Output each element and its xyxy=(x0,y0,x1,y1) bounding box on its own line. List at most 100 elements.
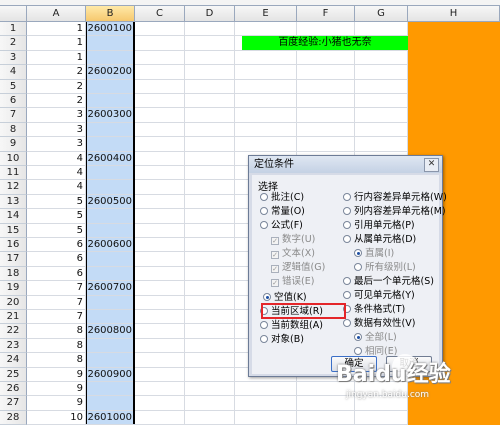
cell-b[interactable]: 2600100 xyxy=(86,22,135,37)
option-rightopts-3[interactable]: 从属单元格(D) xyxy=(343,234,416,246)
cell-c[interactable] xyxy=(135,79,185,94)
cell-b[interactable] xyxy=(86,252,135,267)
cell-c[interactable] xyxy=(135,209,185,224)
row-header[interactable]: 23 xyxy=(0,338,27,354)
cell-d[interactable] xyxy=(185,108,235,123)
row-header[interactable]: 11 xyxy=(0,166,27,181)
cell-h[interactable] xyxy=(408,410,500,425)
row-header[interactable]: 6 xyxy=(0,94,27,109)
cell-h[interactable] xyxy=(408,22,500,37)
name-box[interactable]: B1 xyxy=(30,0,42,3)
column-header-g[interactable]: G xyxy=(355,6,408,22)
row-header[interactable]: 1 xyxy=(0,22,27,37)
cell-a[interactable]: 10 xyxy=(27,410,86,425)
cell-d[interactable] xyxy=(185,180,235,195)
cell-d[interactable] xyxy=(185,252,235,267)
option-rightopts-0[interactable]: 行内容差异单元格(W) xyxy=(343,192,447,204)
cell-h[interactable] xyxy=(408,50,500,66)
column-header-e[interactable]: E xyxy=(235,6,297,22)
cell-c[interactable] xyxy=(135,295,185,310)
cell-c[interactable] xyxy=(135,22,185,37)
cell-b[interactable] xyxy=(86,180,135,195)
cell-c[interactable] xyxy=(135,266,185,282)
cell-a[interactable]: 3 xyxy=(27,137,86,152)
cell-d[interactable] xyxy=(185,382,235,397)
cell-b[interactable]: 2600300 xyxy=(86,108,135,123)
cell-d[interactable] xyxy=(185,36,235,51)
cell-a[interactable]: 4 xyxy=(27,151,86,166)
cell-b[interactable] xyxy=(86,79,135,94)
row-header[interactable]: 4 xyxy=(0,65,27,80)
cell-d[interactable] xyxy=(185,79,235,94)
cell-b[interactable] xyxy=(86,166,135,181)
cell-c[interactable] xyxy=(135,410,185,425)
cell-a[interactable]: 8 xyxy=(27,353,86,368)
cell-d[interactable] xyxy=(185,137,235,152)
cell-c[interactable] xyxy=(135,50,185,66)
row-header[interactable]: 19 xyxy=(0,281,27,296)
cell-c[interactable] xyxy=(135,396,185,411)
cell-b[interactable]: 2600900 xyxy=(86,367,135,382)
cell-e[interactable] xyxy=(235,22,297,37)
cell-c[interactable] xyxy=(135,338,185,354)
row-header[interactable]: 10 xyxy=(0,151,27,166)
cell-b[interactable] xyxy=(86,137,135,152)
option-rightopts-9[interactable]: 数据有效性(V) xyxy=(343,318,415,330)
cell-c[interactable] xyxy=(135,151,185,166)
cell-d[interactable] xyxy=(185,281,235,296)
cell-a[interactable]: 8 xyxy=(27,338,86,354)
cell-c[interactable] xyxy=(135,108,185,123)
option-leftopts-0[interactable]: 批注(C) xyxy=(260,192,304,204)
row-header[interactable]: 28 xyxy=(0,410,27,425)
option-leftopts-1[interactable]: 常量(O) xyxy=(260,206,305,218)
cell-a[interactable]: 6 xyxy=(27,238,86,253)
cell-c[interactable] xyxy=(135,353,185,368)
cell-g[interactable] xyxy=(355,79,408,94)
cell-b[interactable] xyxy=(86,50,135,66)
cell-d[interactable] xyxy=(185,238,235,253)
column-header-f[interactable]: F xyxy=(297,6,355,22)
cell-c[interactable] xyxy=(135,180,185,195)
cell-g[interactable] xyxy=(355,108,408,123)
cell-f[interactable] xyxy=(297,50,355,66)
cell-b[interactable]: 2600700 xyxy=(86,281,135,296)
cell-b[interactable] xyxy=(86,266,135,282)
option-rightopts-1[interactable]: 列内容差异单元格(M) xyxy=(343,206,446,218)
cell-e[interactable] xyxy=(235,79,297,94)
row-header[interactable]: 26 xyxy=(0,382,27,397)
column-header-b[interactable]: B xyxy=(86,6,135,22)
cell-e[interactable] xyxy=(235,94,297,109)
cell-f[interactable] xyxy=(297,137,355,152)
cell-b[interactable]: 2601000 xyxy=(86,410,135,425)
cell-b[interactable]: 2600500 xyxy=(86,194,135,210)
row-header[interactable]: 7 xyxy=(0,108,27,123)
option-rightopts-7[interactable]: 可见单元格(Y) xyxy=(343,290,415,302)
cell-h[interactable] xyxy=(408,108,500,123)
option-rightopts-6[interactable]: 最后一个单元格(S) xyxy=(343,276,434,288)
formula-input[interactable]: 2600100 xyxy=(126,0,166,3)
row-header[interactable]: 20 xyxy=(0,295,27,310)
cell-c[interactable] xyxy=(135,166,185,181)
cell-d[interactable] xyxy=(185,22,235,37)
cell-b[interactable]: 2600600 xyxy=(86,238,135,253)
cell-b[interactable] xyxy=(86,353,135,368)
cell-f[interactable] xyxy=(297,65,355,80)
cell-e[interactable] xyxy=(235,108,297,123)
cell-f[interactable] xyxy=(297,94,355,109)
cell-c[interactable] xyxy=(135,238,185,253)
cell-b[interactable] xyxy=(86,382,135,397)
select-all-corner[interactable] xyxy=(0,6,27,22)
cell-c[interactable] xyxy=(135,65,185,80)
cell-c[interactable] xyxy=(135,310,185,325)
cell-d[interactable] xyxy=(185,266,235,282)
cell-a[interactable]: 7 xyxy=(27,281,86,296)
cell-b[interactable] xyxy=(86,338,135,354)
close-icon[interactable]: ✕ xyxy=(424,158,439,172)
cell-b[interactable] xyxy=(86,396,135,411)
cell-c[interactable] xyxy=(135,252,185,267)
row-header[interactable]: 3 xyxy=(0,50,27,66)
cell-c[interactable] xyxy=(135,382,185,397)
option-leftopts-2[interactable]: 公式(F) xyxy=(260,220,303,232)
row-header[interactable]: 21 xyxy=(0,310,27,325)
fx-icon[interactable]: fx xyxy=(100,0,109,3)
